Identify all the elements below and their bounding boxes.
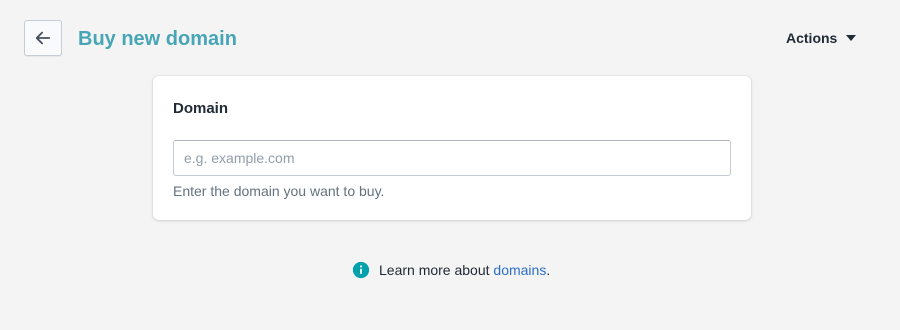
learn-more-note: Learn more about domains. [352,261,550,279]
actions-menu-button[interactable]: Actions [786,29,857,47]
page-title: Buy new domain [78,28,237,50]
domain-card: Domain Enter the domain you want to buy. [153,76,751,220]
domains-link[interactable]: domains [493,261,546,279]
page: Buy new domain Actions Domain Enter the … [0,0,900,330]
caret-down-icon [846,35,857,41]
domain-help-text: Enter the domain you want to buy. [173,183,385,199]
learn-more-text: Learn more about [379,262,494,278]
info-icon [352,261,370,279]
card-title: Domain [173,100,229,117]
back-button[interactable] [24,20,62,56]
actions-label: Actions [786,30,838,46]
learn-more-suffix: . [546,262,551,278]
domain-input[interactable] [173,140,731,176]
arrow-left-icon [34,29,52,47]
